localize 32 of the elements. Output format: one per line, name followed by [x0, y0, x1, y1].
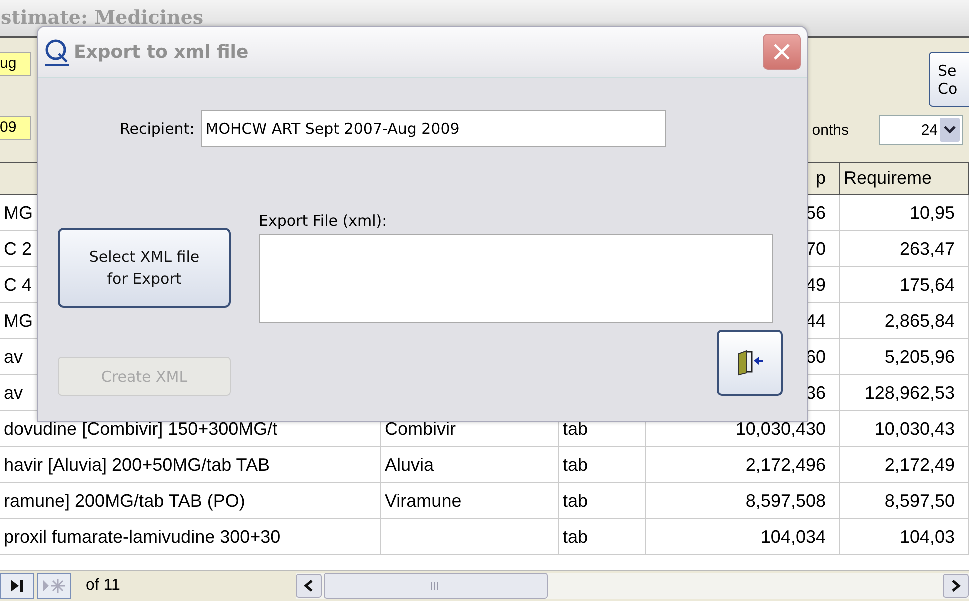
table-cell: proxil fumarate-lamivudine 300+30: [0, 519, 381, 555]
recipient-label: Recipient:: [120, 120, 195, 138]
months-dropdown[interactable]: 24: [879, 115, 963, 145]
export-file-field[interactable]: [259, 234, 773, 323]
chevron-left-icon: [304, 580, 314, 592]
recipient-field[interactable]: MOHCW ART Sept 2007-Aug 2009: [200, 110, 666, 147]
side-button[interactable]: Se Co: [929, 52, 969, 107]
chevron-down-icon: [940, 118, 960, 142]
exit-button[interactable]: [717, 330, 783, 396]
scroll-right-button[interactable]: [943, 574, 969, 598]
exit-door-icon: [736, 350, 764, 376]
window-title: stimate: Medicines: [1, 7, 204, 29]
scroll-left-button[interactable]: [296, 574, 322, 598]
scroll-thumb[interactable]: [324, 573, 548, 599]
table-cell: 104,03: [840, 519, 969, 555]
months-label: onths: [812, 122, 849, 138]
date-field[interactable]: 09: [0, 116, 31, 140]
column-header: Requireme: [840, 163, 969, 194]
dialog-title: Export to xml file: [74, 42, 250, 62]
date-field[interactable]: ug: [0, 52, 31, 76]
last-record-icon: [10, 579, 24, 593]
chevron-right-icon: [951, 580, 961, 592]
new-record-icon: [42, 578, 66, 594]
close-icon: [772, 42, 792, 62]
app-logo-icon: [44, 38, 70, 66]
table-cell: tab: [559, 519, 646, 555]
select-file-button[interactable]: Select XML file for Export: [58, 228, 231, 308]
grip-icon: [431, 581, 441, 591]
record-count: of 11: [86, 577, 122, 595]
table-cell: 104,034: [646, 519, 840, 555]
last-record-button[interactable]: [0, 573, 34, 599]
close-button[interactable]: [763, 34, 801, 70]
